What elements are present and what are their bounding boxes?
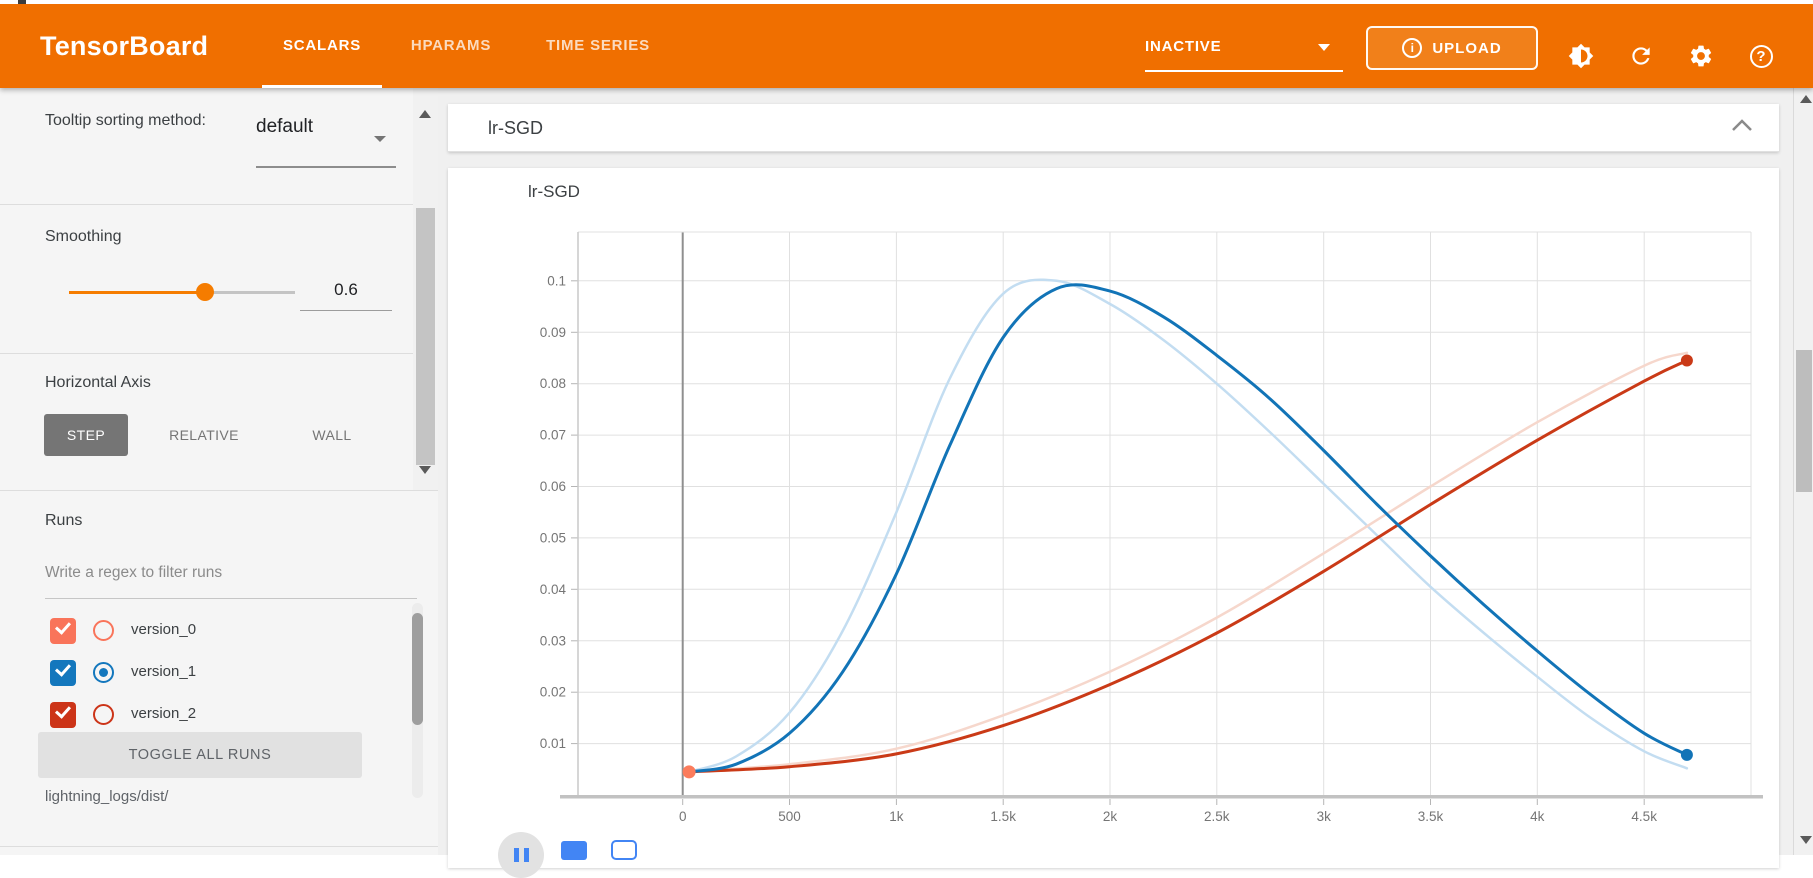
active-tab-underline [262, 85, 382, 88]
run-checkbox[interactable] [50, 618, 76, 644]
run-row-version-0[interactable]: version_0 [0, 610, 410, 652]
svg-text:0.05: 0.05 [540, 530, 566, 545]
lr-sgd-line-chart[interactable]: 0.1 0.09 0.08 0.07 0.06 0.05 0.04 0.03 0.02 0.01 0… [448, 168, 1779, 855]
svg-text:0.03: 0.03 [540, 633, 566, 648]
svg-text:4.5k: 4.5k [1631, 809, 1657, 824]
run-radio[interactable] [93, 620, 114, 641]
svg-text:0.02: 0.02 [540, 685, 566, 700]
run-label: version_2 [131, 705, 196, 722]
tab-scalars[interactable]: SCALARS [262, 4, 382, 88]
axis-relative-button[interactable]: RELATIVE [146, 414, 262, 456]
runs-label: Runs [45, 512, 82, 530]
svg-text:0.08: 0.08 [540, 376, 566, 391]
info-icon: i [1402, 38, 1422, 58]
divider [0, 846, 438, 847]
page-scrollbar[interactable] [1793, 88, 1813, 855]
toggle-all-runs-button[interactable]: TOGGLE ALL RUNS [38, 732, 362, 778]
smoothing-slider[interactable] [69, 282, 295, 302]
svg-text:0.09: 0.09 [540, 325, 566, 340]
chevron-up-icon[interactable] [1731, 118, 1755, 138]
scroll-up-icon[interactable] [419, 110, 431, 118]
status-dropdown-underline [1145, 70, 1343, 72]
run-label: version_0 [131, 621, 196, 638]
axis-step-button[interactable]: STEP [44, 414, 128, 456]
window-top-strip [0, 0, 1813, 4]
svg-text:2.5k: 2.5k [1204, 809, 1230, 824]
slider-thumb[interactable] [196, 283, 214, 301]
run-row-version-1[interactable]: version_1 [0, 652, 410, 694]
svg-text:500: 500 [778, 809, 801, 824]
svg-text:0.01: 0.01 [540, 736, 566, 751]
axis-wall-button[interactable]: WALL [287, 414, 377, 456]
svg-text:0.06: 0.06 [540, 479, 566, 494]
svg-text:1.5k: 1.5k [990, 809, 1016, 824]
sidebar: Tooltip sorting method: default Smoothin… [0, 88, 438, 855]
scrollbar-thumb[interactable] [416, 208, 435, 465]
window-top-notch [18, 0, 26, 4]
tab-label: SCALARS [283, 37, 361, 54]
refresh-icon[interactable] [1627, 42, 1655, 70]
tab-time-series[interactable]: TIME SERIES [520, 4, 676, 88]
horizontal-axis-label: Horizontal Axis [45, 374, 151, 392]
runs-filter-placeholder: Write a regex to filter runs [45, 564, 222, 582]
divider [0, 490, 438, 491]
status-dropdown[interactable]: INACTIVE [1145, 34, 1345, 74]
pause-icon[interactable] [498, 832, 544, 878]
run-radio[interactable] [93, 662, 114, 683]
svg-text:0.07: 0.07 [540, 428, 566, 443]
scalar-section-header[interactable]: lr-SGD [448, 104, 1779, 152]
run-checkbox[interactable] [50, 660, 76, 686]
svg-text:3k: 3k [1317, 809, 1332, 824]
chart-tool-outline-icon[interactable] [611, 840, 637, 860]
tab-label: HPARAMS [411, 37, 491, 54]
run-row-version-2[interactable]: version_2 [0, 694, 410, 736]
smoothing-label: Smoothing [45, 228, 122, 246]
brightness-icon[interactable] [1567, 42, 1595, 70]
tab-label: TIME SERIES [546, 37, 650, 54]
scroll-down-icon[interactable] [1800, 836, 1812, 844]
smoothing-value-input[interactable]: 0.6 [300, 280, 392, 300]
svg-text:3.5k: 3.5k [1418, 809, 1444, 824]
divider [0, 353, 438, 354]
log-directory-path: lightning_logs/dist/ [45, 788, 168, 805]
scroll-down-icon[interactable] [419, 466, 431, 474]
upload-button[interactable]: i UPLOAD [1366, 26, 1538, 70]
scrollbar-thumb[interactable] [1796, 350, 1812, 492]
run-label: version_1 [131, 663, 196, 680]
tooltip-sorting-select[interactable]: default [256, 112, 396, 168]
scroll-up-icon[interactable] [1800, 95, 1812, 103]
upload-button-label: UPLOAD [1432, 40, 1501, 57]
sidebar-scrollbar[interactable] [413, 88, 438, 490]
svg-text:0.04: 0.04 [540, 582, 567, 597]
scalar-chart-card: lr-SGD 0.10.090.080.070.060.050.040.030.… [448, 168, 1779, 868]
svg-text:1k: 1k [889, 809, 904, 824]
help-icon[interactable]: ? [1747, 42, 1775, 70]
divider [0, 204, 438, 205]
svg-text:4k: 4k [1530, 809, 1545, 824]
runs-scrollbar-thumb[interactable] [412, 613, 423, 725]
runs-filter-input[interactable]: Write a regex to filter runs [45, 558, 417, 598]
tooltip-sorting-label: Tooltip sorting method: [45, 108, 225, 133]
tab-hparams[interactable]: HPARAMS [396, 4, 506, 88]
run-radio[interactable] [93, 704, 114, 725]
svg-text:0.1: 0.1 [547, 273, 566, 288]
tooltip-sorting-value: default [256, 116, 313, 138]
section-title: lr-SGD [488, 104, 543, 152]
app-title: TensorBoard [40, 4, 208, 88]
chevron-down-icon [1318, 44, 1330, 51]
run-checkbox[interactable] [50, 702, 76, 728]
chart-tool-filled-icon[interactable] [561, 841, 587, 860]
svg-text:2k: 2k [1103, 809, 1118, 824]
svg-text:0: 0 [679, 809, 687, 824]
chevron-down-icon [374, 136, 386, 142]
status-dropdown-value: INACTIVE [1145, 38, 1221, 55]
main-content: lr-SGD lr-SGD 0.10.090.080.070.060.050.0… [438, 88, 1813, 855]
settings-icon[interactable] [1687, 42, 1715, 70]
app-header: TensorBoard SCALARS HPARAMS TIME SERIES … [0, 4, 1813, 88]
